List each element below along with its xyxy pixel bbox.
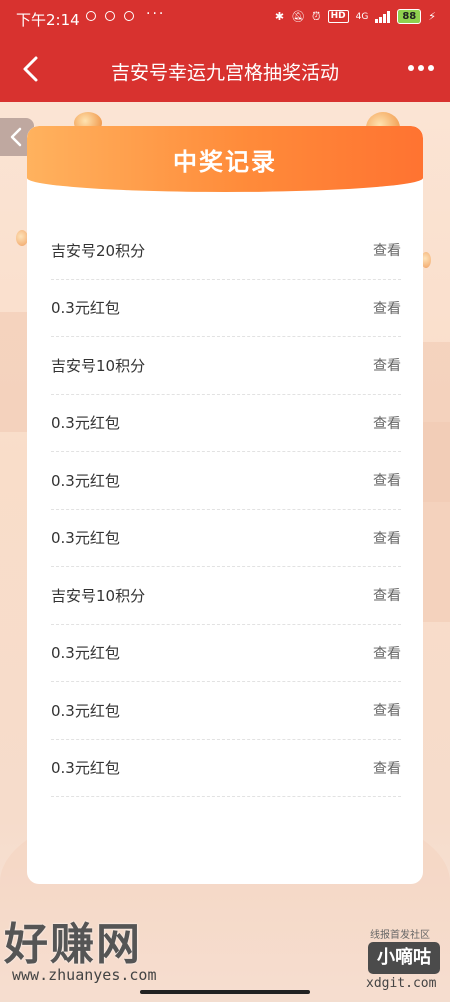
list-item: 吉安号20积分 查看 [51,222,401,280]
watermark-badge: 小嘀咕 [368,942,440,974]
watermark-site: xdgit.com [366,976,437,991]
view-link[interactable]: 查看 [373,470,401,490]
prize-record-card: 中奖记录 吉安号20积分 查看 0.3元红包 查看 吉安号10积分 查看 0.3… [27,126,423,884]
watermark-url: www.zhuanyes.com [12,966,157,984]
list-item: 0.3元红包 查看 [51,682,401,740]
list-item: 0.3元红包 查看 [51,510,401,567]
app-header: 吉安号幸运九宫格抽奖活动 [0,36,450,102]
list-item: 吉安号10积分 查看 [51,337,401,395]
status-time: 下午2:14 [16,11,80,29]
more-dots-icon [408,65,434,71]
list-item: 0.3元红包 查看 [51,395,401,452]
more-options-button[interactable] [406,56,436,80]
prize-name: 0.3元红包 [51,529,120,548]
prize-name: 0.3元红包 [51,414,120,433]
view-link[interactable]: 查看 [373,700,401,720]
view-link[interactable]: 查看 [373,585,401,605]
status-bar: 下午2:14 ··· ✱ 🔕︎ ⏰︎ HD 4G 88 ⚡︎ [0,0,450,36]
list-item: 吉安号10积分 查看 [51,567,401,625]
network-type: 4G [355,11,369,22]
status-right: ✱ 🔕︎ ⏰︎ HD 4G 88 ⚡︎ [275,9,436,24]
list-item: 0.3元红包 查看 [51,740,401,797]
prize-name: 吉安号10积分 [51,356,146,375]
hd-icon: HD [327,10,349,23]
notification-icon [86,11,96,21]
bluetooth-icon: ✱ [274,10,285,23]
watermark-tagline: 线报首发社区 [370,930,430,941]
prize-name: 0.3元红包 [51,759,120,778]
prize-name: 0.3元红包 [51,644,120,663]
view-link[interactable]: 查看 [373,758,401,778]
view-link[interactable]: 查看 [373,528,401,548]
list-item: 0.3元红包 查看 [51,625,401,682]
card-header: 中奖记录 [27,126,423,192]
notification-icon [124,11,134,21]
prize-name: 0.3元红包 [51,471,120,490]
prize-list: 吉安号20积分 查看 0.3元红包 查看 吉安号10积分 查看 0.3元红包 查… [51,222,401,797]
list-item: 0.3元红包 查看 [51,280,401,337]
prize-name: 吉安号10积分 [51,586,146,605]
card-title: 中奖记录 [173,148,277,176]
signal-icon [375,10,391,23]
view-link[interactable]: 查看 [373,643,401,663]
more-notifications-icon: ··· [146,6,166,22]
home-indicator[interactable] [140,990,310,994]
watermark-logo: 好赚网 [4,919,142,970]
prize-name: 0.3元红包 [51,299,120,318]
prize-name: 吉安号20积分 [51,241,146,260]
view-link[interactable]: 查看 [373,240,401,260]
page-title: 吉安号幸运九宫格抽奖活动 [110,62,339,84]
alarm-icon: ⏰︎ [312,9,321,23]
battery-icon: 88 [397,9,422,24]
notification-icon [105,11,115,21]
prize-name: 0.3元红包 [51,701,120,720]
view-link[interactable]: 查看 [373,355,401,375]
charging-icon: ⚡︎ [428,10,436,23]
notification-icons [86,11,134,21]
mute-icon: 🔕︎ [291,10,306,23]
list-item: 0.3元红包 查看 [51,452,401,510]
view-link[interactable]: 查看 [373,413,401,433]
view-link[interactable]: 查看 [373,298,401,318]
